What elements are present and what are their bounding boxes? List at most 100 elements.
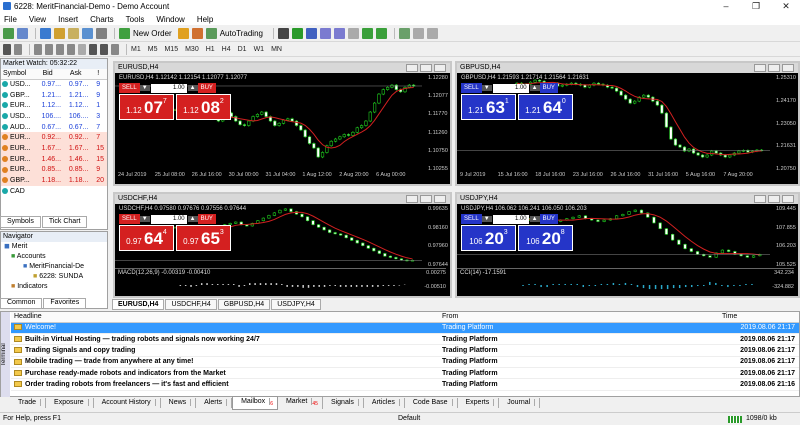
- terminal-tab-articles[interactable]: Articles: [364, 398, 405, 408]
- buy-button[interactable]: 0.97 653: [176, 225, 231, 251]
- market-watch-row[interactable]: EUR... 1.12... 1.12... 1: [1, 100, 107, 112]
- timeframe-m15[interactable]: M15: [164, 46, 178, 53]
- chart-window-usdjpy[interactable]: USDJPY,H4 USDJPY,H4 106.062 106.241 106.…: [455, 192, 800, 298]
- mail-row[interactable]: Purchase ready-made robots and indicator…: [11, 367, 799, 380]
- mail-row[interactable]: Order trading robots from freelancers — …: [11, 378, 799, 391]
- zoom-in-icon[interactable]: [319, 27, 331, 39]
- chart-maximize-icon[interactable]: [768, 195, 780, 203]
- metaeditor-icon[interactable]: [177, 27, 189, 39]
- mail-row[interactable]: Trading Signals and copy trading Trading…: [11, 344, 799, 357]
- column-symbol[interactable]: Symbol: [1, 69, 41, 80]
- sell-label[interactable]: SELL: [119, 214, 140, 224]
- sell-button[interactable]: 0.97 644: [119, 225, 174, 251]
- column-headline[interactable]: Headline: [11, 312, 439, 323]
- terminal-tab-account-history[interactable]: Account History: [94, 398, 161, 408]
- minimize-button[interactable]: –: [712, 0, 740, 13]
- chart-tab-usdjpy[interactable]: USDJPY,H4: [271, 299, 321, 310]
- market-watch-row[interactable]: GBP... 1.21... 1.21... 9: [1, 89, 107, 101]
- market-watch-row[interactable]: EUR... 1.67... 1.67... 15: [1, 143, 107, 154]
- nav-item-indicators[interactable]: ■ Indicators: [1, 282, 107, 292]
- market-watch-row[interactable]: USD... 106.... 106.... 3: [1, 111, 107, 122]
- lot-down-icon[interactable]: ▼: [139, 85, 150, 91]
- timeframe-mn[interactable]: MN: [271, 46, 282, 53]
- market-watch-row[interactable]: EUR... 1.46... 1.46... 15: [1, 153, 107, 165]
- chart-maximize-icon[interactable]: [420, 195, 432, 203]
- channel-icon[interactable]: [67, 43, 75, 55]
- lot-down-icon[interactable]: ▼: [139, 216, 150, 222]
- buy-label[interactable]: BUY: [539, 214, 558, 224]
- autotrading-icon[interactable]: [205, 27, 217, 39]
- nav-item-merit[interactable]: ◼ Merit: [1, 242, 107, 252]
- horizontal-line-icon[interactable]: [45, 43, 53, 55]
- timeframe-w1[interactable]: W1: [254, 46, 265, 53]
- lot-size[interactable]: 1.00: [150, 83, 187, 93]
- lot-down-icon[interactable]: ▼: [481, 216, 492, 222]
- arrows-icon[interactable]: [111, 43, 119, 55]
- menu-view[interactable]: View: [29, 15, 46, 24]
- templates-icon[interactable]: [426, 27, 438, 39]
- lot-size[interactable]: 1.00: [150, 214, 187, 224]
- bar-chart-icon[interactable]: [277, 27, 289, 39]
- menu-charts[interactable]: Charts: [90, 15, 114, 24]
- new-order-icon[interactable]: [119, 27, 130, 39]
- chart-minimize-icon[interactable]: [754, 64, 766, 72]
- timeframe-h4[interactable]: H4: [222, 46, 231, 53]
- timeframe-m5[interactable]: M5: [148, 46, 158, 53]
- candle-chart-icon[interactable]: [291, 27, 303, 39]
- chart-maximize-icon[interactable]: [768, 64, 780, 72]
- chart-window-eurusd[interactable]: EURUSD,H4 EURUSD,H4 1.12142 1.12154 1.12…: [113, 61, 452, 186]
- lot-up-icon[interactable]: ▲: [187, 85, 198, 91]
- profiles-icon[interactable]: [17, 27, 28, 39]
- buy-button[interactable]: 106 208: [518, 225, 573, 251]
- navigator-icon[interactable]: [68, 27, 79, 39]
- autotrading-button[interactable]: AutoTrading: [220, 29, 263, 38]
- chart-minimize-icon[interactable]: [406, 64, 418, 72]
- menu-file[interactable]: File: [4, 15, 17, 24]
- lot-size[interactable]: 1.00: [492, 83, 529, 93]
- strategy-tester-icon[interactable]: [96, 27, 107, 39]
- sell-button[interactable]: 1.21 631: [461, 94, 516, 120]
- lot-down-icon[interactable]: ▼: [481, 85, 492, 91]
- fibonacci-icon[interactable]: [78, 43, 86, 55]
- terminal-tab-market[interactable]: Market 45: [278, 396, 323, 410]
- column-from[interactable]: From: [439, 312, 719, 323]
- chart-close-icon[interactable]: [434, 64, 446, 72]
- sell-button[interactable]: 106 203: [461, 225, 516, 251]
- timeframe-m30[interactable]: M30: [185, 46, 199, 53]
- mail-row[interactable]: Built-in Virtual Hosting — trading robot…: [11, 333, 799, 346]
- terminal-tab-trade[interactable]: Trade: [10, 398, 47, 408]
- chart-close-icon[interactable]: [434, 195, 446, 203]
- nav-item-server[interactable]: ■ MeritFinancial-De: [1, 262, 107, 272]
- chart-close-icon[interactable]: [782, 195, 794, 203]
- mail-row[interactable]: Mobile trading — trade from anywhere at …: [11, 356, 799, 369]
- text-icon[interactable]: [89, 43, 97, 55]
- chart-tab-usdchf[interactable]: USDCHF,H4: [165, 299, 217, 310]
- nav-item-account[interactable]: ■ 6228: SUNDA: [1, 272, 107, 282]
- menu-help[interactable]: Help: [197, 15, 213, 24]
- chart-tab-gbpusd[interactable]: GBPUSD,H4: [217, 299, 271, 310]
- timeframe-h1[interactable]: H1: [206, 46, 215, 53]
- terminal-tab-news[interactable]: News: [161, 398, 197, 408]
- crosshair-icon[interactable]: [14, 43, 22, 55]
- terminal-tab-exposure[interactable]: Exposure: [46, 398, 94, 408]
- market-watch-row[interactable]: CAD: [1, 185, 107, 197]
- buy-label[interactable]: BUY: [197, 83, 216, 93]
- sell-label[interactable]: SELL: [461, 83, 482, 93]
- timeframe-d1[interactable]: D1: [238, 46, 247, 53]
- column-ask[interactable]: Ask: [67, 69, 96, 80]
- vertical-line-icon[interactable]: [34, 43, 42, 55]
- tile-windows-icon[interactable]: [347, 27, 359, 39]
- autoscroll-icon[interactable]: [361, 27, 373, 39]
- terminal-tab-code-base[interactable]: Code Base: [405, 398, 458, 408]
- market-watch-row[interactable]: USD... 0.97... 0.97... 9: [1, 79, 107, 90]
- zoom-out-icon[interactable]: [333, 27, 345, 39]
- buy-button[interactable]: 1.21 640: [518, 94, 573, 120]
- nav-item-accounts[interactable]: ■ Accounts: [1, 252, 107, 262]
- terminal-icon[interactable]: [82, 27, 93, 39]
- terminal-tab-signals[interactable]: Signals: [323, 398, 364, 408]
- chart-window-usdchf[interactable]: USDCHF,H4 USDCHF,H4 0.97580 0.97676 0.97…: [113, 192, 452, 298]
- timeframe-m1[interactable]: M1: [131, 46, 141, 53]
- buy-label[interactable]: BUY: [197, 214, 216, 224]
- trendline-icon[interactable]: [56, 43, 64, 55]
- market-watch-row[interactable]: AUD... 0.67... 0.67... 7: [1, 121, 107, 133]
